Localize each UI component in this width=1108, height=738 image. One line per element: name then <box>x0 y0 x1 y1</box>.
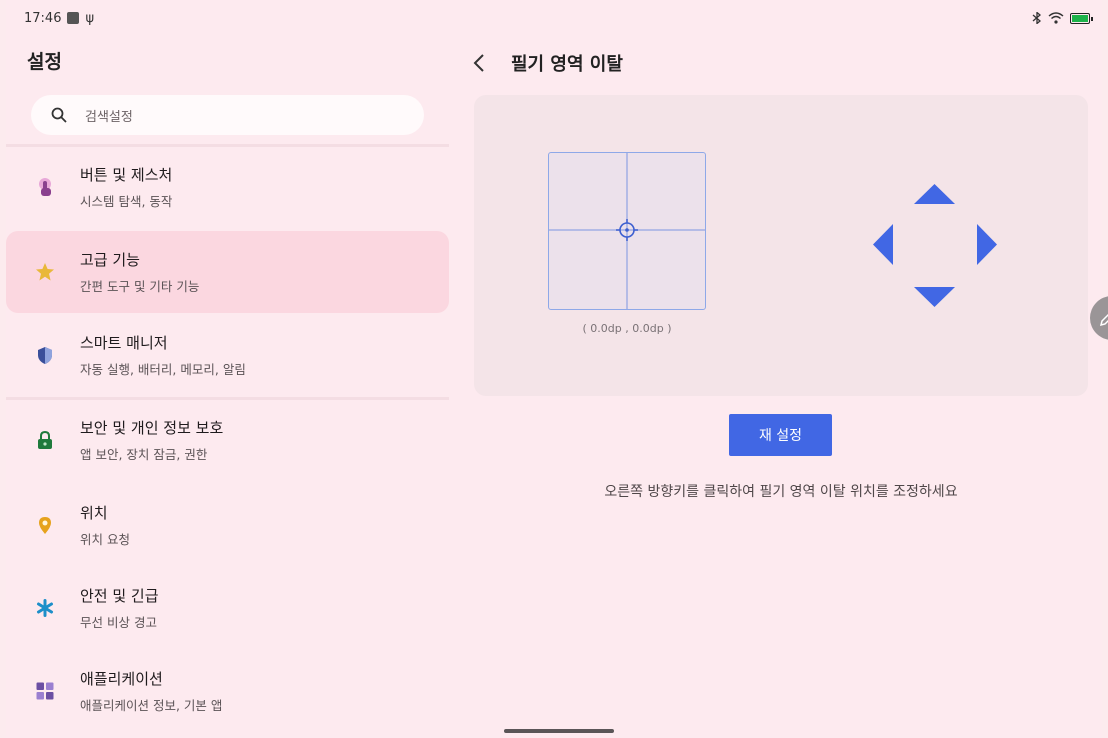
menu-item-location[interactable]: 위치 위치 요청 <box>6 484 449 566</box>
settings-title: 설정 <box>27 51 62 73</box>
menu-item-title: 고급 기능 <box>80 251 140 269</box>
pen-icon <box>1099 313 1108 327</box>
shield-icon <box>35 345 55 365</box>
menu-item-title: 보안 및 개인 정보 보호 <box>80 419 224 437</box>
position-grid <box>548 152 706 310</box>
search-placeholder: 검색설정 <box>85 109 133 125</box>
coordinate-readout: ( 0.0dp , 0.0dp ) <box>582 322 672 335</box>
bluetooth-icon <box>1032 12 1042 24</box>
arrow-left-button[interactable] <box>872 223 894 266</box>
wifi-icon <box>1048 12 1064 24</box>
notification-icon <box>67 12 80 24</box>
menu-item-title: 안전 및 긴급 <box>80 587 159 605</box>
reset-button[interactable]: 재 설정 <box>729 414 832 456</box>
page-title: 필기 영역 이탈 <box>511 54 623 75</box>
arrow-up-button[interactable] <box>913 183 956 205</box>
lock-icon <box>35 430 55 450</box>
menu-item-buttons-gestures[interactable]: 버튼 및 제스처 시스템 탐색, 동작 <box>6 146 449 228</box>
menu-item-subtitle: 자동 실행, 배터리, 메모리, 알림 <box>80 362 246 377</box>
star-icon <box>35 262 55 282</box>
arrow-down-button[interactable] <box>913 286 956 308</box>
menu-item-advanced-features[interactable]: 고급 기능 간편 도구 및 기타 기능 <box>6 231 449 313</box>
menu-item-title: 스마트 매니저 <box>80 334 168 352</box>
home-indicator[interactable] <box>504 729 614 733</box>
usb-icon: ψ <box>85 10 95 26</box>
menu-item-title: 위치 <box>80 504 108 522</box>
battery-icon <box>1070 12 1093 24</box>
arrow-right-button[interactable] <box>976 223 998 266</box>
menu-item-title: 버튼 및 제스처 <box>80 166 173 184</box>
search-icon <box>51 107 67 123</box>
menu-item-security-privacy[interactable]: 보안 및 개인 정보 보호 앱 보안, 장치 잠금, 권한 <box>6 399 449 481</box>
search-bar[interactable]: 검색설정 <box>31 95 424 135</box>
status-time: 17:46 <box>24 10 62 26</box>
asterisk-icon <box>35 598 55 618</box>
instruction-text: 오른쪽 방향키를 클릭하여 필기 영역 이탈 위치를 조정하세요 <box>604 484 958 500</box>
menu-item-safety-emergency[interactable]: 안전 및 긴급 무선 비상 경고 <box>6 567 449 649</box>
status-bar: 17:46 ψ <box>24 8 1093 28</box>
menu-item-subtitle: 시스템 탐색, 동작 <box>80 194 173 209</box>
menu-item-title: 애플리케이션 <box>80 670 163 688</box>
menu-item-subtitle: 애플리케이션 정보, 기본 앱 <box>80 698 223 713</box>
apps-icon <box>35 681 55 701</box>
menu-item-subtitle: 앱 보안, 장치 잠금, 권한 <box>80 447 208 462</box>
menu-item-subtitle: 무선 비상 경고 <box>80 615 157 630</box>
menu-item-applications[interactable]: 애플리케이션 애플리케이션 정보, 기본 앱 <box>6 650 449 732</box>
back-arrow-icon[interactable] <box>470 52 490 74</box>
menu-item-subtitle: 간편 도구 및 기타 기능 <box>80 279 200 294</box>
touch-icon <box>35 177 55 197</box>
location-icon <box>35 515 55 535</box>
crosshair-icon <box>549 153 705 309</box>
menu-item-smart-manager[interactable]: 스마트 매니저 자동 실행, 배터리, 메모리, 알림 <box>6 314 449 396</box>
menu-item-subtitle: 위치 요청 <box>80 532 130 547</box>
